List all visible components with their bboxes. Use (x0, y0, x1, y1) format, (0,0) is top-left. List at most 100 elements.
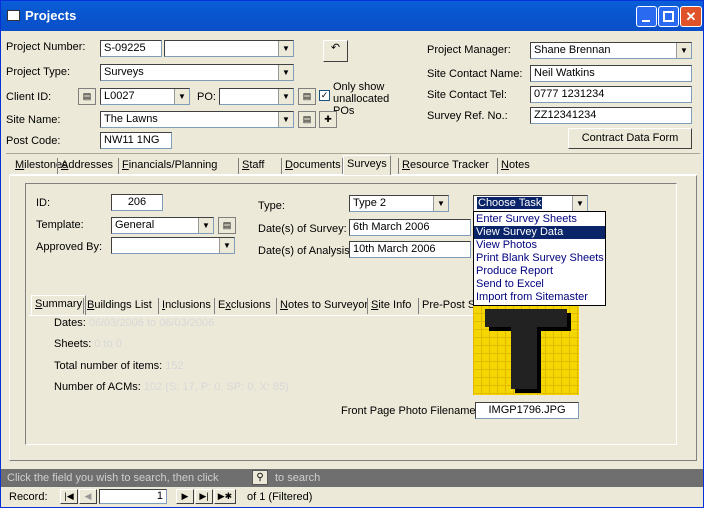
post-code-label: Post Code: (6, 135, 61, 147)
choose-task-dropdown: Enter Survey Sheets View Survey Data View … (473, 211, 606, 306)
chevron-down-icon[interactable]: ▼ (278, 89, 293, 104)
dates-label: Dates: 06/03/2006 to 06/03/2006 (54, 317, 215, 329)
chevron-down-icon[interactable]: ▼ (278, 65, 293, 80)
task-menu-item[interactable]: Enter Survey Sheets (474, 213, 605, 226)
projects-window: Projects ✕ Project Number: S-09225 ▼ ↶ P… (0, 0, 704, 508)
title-bar[interactable]: Projects ✕ (1, 1, 703, 31)
chevron-down-icon[interactable]: ▼ (198, 218, 213, 233)
site-contact-name-label: Site Contact Name: (427, 68, 523, 80)
task-menu-item[interactable]: Print Blank Survey Sheets (474, 252, 605, 265)
binoculars-icon[interactable]: ⚲ (252, 470, 268, 485)
task-menu-item[interactable]: Send to Excel (474, 278, 605, 291)
project-type-field[interactable]: Surveys ▼ (100, 64, 294, 81)
sheets-value: 0 to 0 (94, 338, 122, 350)
po-field[interactable]: ▼ (219, 88, 294, 105)
subtab-3[interactable]: Exclusions (215, 297, 274, 315)
status-hint-post: to search (275, 472, 321, 484)
site-name-field[interactable]: The Lawns ▼ (100, 111, 294, 128)
site-contact-tel-label: Site Contact Tel: (427, 89, 507, 101)
chevron-down-icon[interactable]: ▼ (278, 112, 293, 127)
last-record-button[interactable]: ▶| (195, 489, 213, 504)
site-add-icon[interactable]: ✚ (319, 111, 337, 128)
record-count: of 1 (Filtered) (247, 491, 313, 503)
subtab-5[interactable]: Site Info (368, 297, 414, 315)
new-record-button[interactable]: ▶✱ (214, 489, 236, 504)
total-items-label: Total number of items: 152 (54, 360, 184, 372)
photo-filename-label: Front Page Photo Filename: (341, 405, 479, 417)
total-items-value: 152 (165, 360, 184, 372)
date-analysis-label: Date(s) of Analysis: (258, 245, 353, 257)
subtab-6[interactable]: Pre-Post S (419, 297, 478, 315)
date-survey-field[interactable]: 6th March 2006 (349, 219, 471, 236)
project-manager-field[interactable]: Shane Brennan ▼ (530, 42, 692, 59)
subtab-0[interactable]: Summary (31, 295, 87, 315)
task-menu-item[interactable]: View Survey Data (474, 226, 605, 239)
tab-5[interactable]: Surveys (343, 155, 391, 175)
project-manager-label: Project Manager: (427, 44, 511, 56)
approved-by-field[interactable]: ▼ (111, 237, 235, 254)
chevron-down-icon[interactable]: ▼ (433, 196, 448, 211)
survey-id-field[interactable]: 206 (111, 194, 163, 211)
dates-value: 06/03/2006 to 06/03/2006 (88, 317, 215, 329)
type-field[interactable]: Type 2 ▼ (349, 195, 449, 212)
subtab-2[interactable]: Inclusions (159, 297, 214, 315)
tab-2[interactable]: Financials/Planning (119, 157, 220, 175)
client-id-field[interactable]: L0027 ▼ (100, 88, 190, 105)
chevron-down-icon[interactable]: ▼ (174, 89, 189, 104)
tab-4[interactable]: Documents (282, 157, 344, 175)
chevron-down-icon[interactable]: ▼ (572, 196, 587, 211)
po-label: PO: (197, 91, 216, 103)
t-logo-icon (485, 309, 571, 393)
survey-ref-field[interactable]: ZZ12341234 (530, 107, 692, 124)
task-menu-item[interactable]: Produce Report (474, 265, 605, 278)
site-contact-name-field[interactable]: Neil Watkins (530, 65, 692, 82)
survey-ref-label: Survey Ref. No.: (427, 110, 508, 122)
task-menu-item[interactable]: Import from Sitemaster (474, 291, 605, 304)
tab-1[interactable]: Addresses (58, 157, 116, 175)
subtab-1[interactable]: Buildings List (84, 297, 155, 315)
current-record-field[interactable]: 1 (99, 489, 167, 504)
undo-icon: ↶ (330, 42, 341, 54)
site-name-label: Site Name: (6, 114, 61, 126)
record-navigator: Record: |◀ ◀ 1 ▶ ▶| ▶✱ of 1 (Filtered) (1, 487, 703, 507)
prev-record-button[interactable]: ◀ (79, 489, 97, 504)
maximize-button[interactable] (658, 6, 679, 27)
chevron-down-icon[interactable]: ▼ (278, 41, 293, 56)
subtab-4[interactable]: Notes to Surveyor (277, 297, 371, 315)
template-field[interactable]: General ▼ (111, 217, 214, 234)
contract-data-form-button[interactable]: Contract Data Form (568, 128, 692, 149)
photo-filename-field[interactable]: IMGP1796.JPG (475, 402, 579, 419)
close-button[interactable]: ✕ (680, 6, 702, 27)
template-lookup-icon[interactable]: ▤ (218, 217, 236, 234)
chevron-down-icon[interactable]: ▼ (219, 238, 234, 253)
form-icon (7, 10, 20, 21)
site-contact-tel-field[interactable]: 0777 1231234 (530, 86, 692, 103)
survey-id-label: ID: (36, 197, 51, 209)
front-page-photo (473, 297, 579, 395)
post-code-field[interactable]: NW11 1NG (100, 132, 172, 149)
refresh-button[interactable]: ↶ (323, 40, 348, 62)
project-number-field[interactable]: S-09225 (100, 40, 162, 57)
acms-value: 102 (S: 17, P: 0, SP: 0, X: 85) (143, 381, 289, 393)
only-show-label: Only show unallocated POs (333, 81, 390, 117)
type-label: Type: (258, 200, 285, 212)
status-bar: Click the field you wish to search, then… (1, 469, 703, 487)
tab-7[interactable]: Notes (498, 157, 533, 175)
client-lookup-icon[interactable]: ▤ (78, 88, 96, 105)
record-label: Record: (9, 491, 48, 503)
site-lookup-icon[interactable]: ▤ (298, 111, 316, 128)
project-type-label: Project Type: (6, 66, 70, 78)
first-record-button[interactable]: |◀ (60, 489, 78, 504)
tab-3[interactable]: Staff (239, 157, 267, 175)
chevron-down-icon[interactable]: ▼ (676, 43, 691, 58)
minimize-button[interactable] (636, 6, 657, 27)
po-lookup-icon[interactable]: ▤ (298, 88, 316, 105)
task-menu-item[interactable]: View Photos (474, 239, 605, 252)
tab-6[interactable]: Resource Tracker (399, 157, 492, 175)
date-analysis-field[interactable]: 10th March 2006 (349, 241, 471, 258)
project-number-combo[interactable]: ▼ (164, 40, 294, 57)
sheets-label: Sheets: 0 to 0 (54, 338, 122, 350)
next-record-button[interactable]: ▶ (176, 489, 194, 504)
choose-task-combo[interactable]: Choose Task ▼ (473, 195, 588, 212)
only-show-checkbox[interactable]: ✓ (319, 90, 330, 101)
